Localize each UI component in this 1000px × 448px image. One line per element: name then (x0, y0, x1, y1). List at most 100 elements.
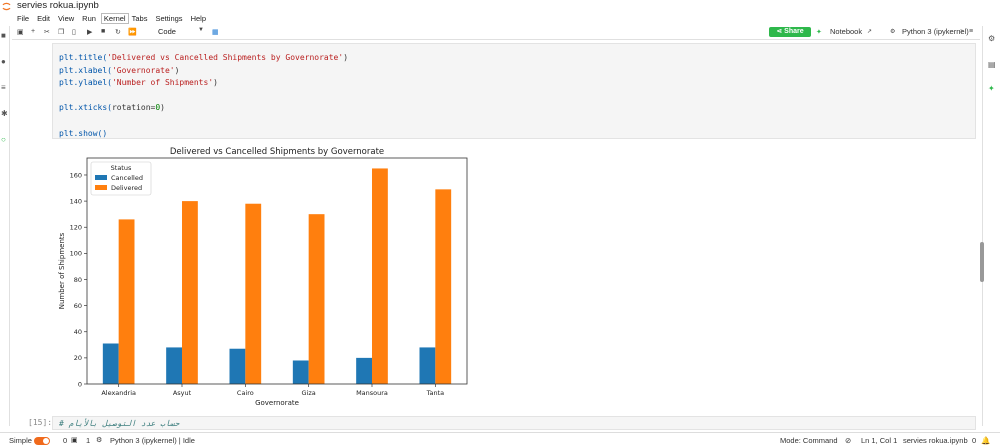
gear-icon[interactable]: ⚙ (890, 28, 895, 35)
right-sidebar: ⚙ ▤ ✦ (982, 26, 1000, 426)
jupyter-logo-icon (2, 2, 11, 11)
cell-output: Delivered vs Cancelled Shipments by Gove… (52, 142, 482, 412)
legend-swatch-cancelled (95, 175, 107, 180)
menu-file[interactable]: File (17, 14, 33, 23)
stop-icon[interactable]: ■ (101, 28, 105, 35)
code-cell[interactable]: plt.title('Delivered vs Cancelled Shipme… (52, 43, 976, 139)
menu-edit[interactable]: Edit (37, 14, 54, 23)
bell-icon[interactable]: 🔔 (981, 436, 990, 445)
y-tick-label: 40 (74, 328, 82, 336)
code-editor[interactable]: plt.title('Delivered vs Cancelled Shipme… (59, 52, 348, 140)
paste-icon[interactable]: ▯ (72, 28, 76, 36)
property-inspector-icon[interactable]: ⚙ (988, 34, 995, 43)
notebook-filename: servies rokua.ipynb (17, 0, 99, 11)
restart-icon[interactable]: ↻ (115, 28, 121, 36)
menu-kernel[interactable]: Kernel (100, 13, 129, 24)
code-line: plt.xticks(rotation=0) (59, 103, 165, 113)
x-tick-label: Cairo (237, 389, 254, 397)
kernel-count[interactable]: 1 (86, 436, 90, 445)
y-tick-label: 160 (70, 171, 82, 179)
bar-delivered (308, 214, 325, 384)
notification-count[interactable]: 0 (972, 436, 976, 445)
code-line: plt.show() (59, 128, 108, 138)
bar-delivered (245, 203, 262, 384)
bar-cancelled (229, 348, 246, 384)
y-tick-label: 140 (70, 197, 82, 205)
simple-mode-toggle[interactable] (34, 437, 50, 445)
notebook-toolbar: ▣ + ✂ ❐ ▯ ▶ ■ ↻ ⏩ Code ▼ ▦ ⋖ Share ✦ Not… (12, 26, 980, 40)
notebook-view-link[interactable]: Notebook (830, 27, 862, 36)
chart-title: Delivered vs Cancelled Shipments by Gove… (170, 147, 384, 157)
terminal-count[interactable]: 0 (63, 436, 67, 445)
extension-icon[interactable]: ✱ (1, 110, 9, 118)
share-label: Share (784, 28, 804, 35)
y-tick-label: 60 (74, 302, 82, 310)
y-tick-label: 100 (70, 250, 82, 258)
bar-chart: Delivered vs Cancelled Shipments by Gove… (58, 147, 468, 407)
cut-icon[interactable]: ✂ (44, 28, 50, 36)
debugger-icon[interactable]: ○ (1, 136, 9, 144)
sparkle-icon[interactable]: ✦ (816, 28, 822, 36)
chevron-down-icon[interactable]: ▼ (198, 27, 204, 33)
add-cell-icon[interactable]: + (31, 28, 35, 35)
external-link-icon[interactable]: ↗ (867, 28, 872, 35)
x-axis-label: Governorate (255, 399, 299, 407)
menu-view[interactable]: View (58, 14, 78, 23)
cursor-position[interactable]: Ln 1, Col 1 (861, 436, 897, 445)
bar-cancelled (102, 343, 119, 384)
y-tick-label: 80 (74, 276, 82, 284)
y-tick-label: 0 (78, 380, 82, 388)
cell-prompt: [15]: (28, 418, 53, 427)
legend-swatch-delivered (95, 185, 107, 190)
mode-indicator: Mode: Command (780, 436, 838, 445)
y-tick-label: 20 (74, 354, 82, 362)
simple-mode-label: Simple (9, 436, 32, 445)
code-line: plt.xlabel('Governorate') (59, 65, 180, 75)
status-filename: servies rokua.ipynb (903, 436, 968, 445)
y-tick-label: 120 (70, 224, 82, 232)
share-button[interactable]: ⋖ Share (769, 27, 811, 37)
menu-icon[interactable]: ≡ (969, 28, 973, 35)
bar-cancelled (166, 347, 182, 384)
status-bar: Simple 0 ▣ 1 ⚙ Python 3 (ipykernel) | Id… (0, 432, 1000, 448)
legend-label-delivered: Delivered (111, 184, 142, 192)
menu-bar: File Edit View Run Kernel Tabs Settings … (17, 13, 214, 24)
legend-title: Status (111, 164, 132, 172)
running-icon[interactable]: ● (1, 58, 9, 66)
debugger-panel-icon[interactable]: ▤ (988, 60, 996, 69)
share-icon: ⋖ (776, 28, 783, 35)
next-code-cell[interactable]: # حساب عدد التوصيل بالأيام (52, 416, 976, 430)
x-tick-label: Giza (302, 389, 316, 397)
bar-delivered (118, 219, 135, 384)
folder-icon[interactable]: ■ (1, 32, 9, 40)
bar-cancelled (356, 357, 372, 384)
code-line: plt.title('Delivered vs Cancelled Shipme… (59, 53, 349, 62)
code-line: plt.ylabel('Number of Shipments') (59, 78, 218, 88)
y-axis-label: Number of Shipments (58, 232, 66, 309)
save-icon[interactable]: ▣ (17, 28, 24, 36)
kernel-status-icon: ○ (959, 28, 964, 35)
toc-icon[interactable]: ≡ (1, 84, 9, 92)
scrollbar-thumb[interactable] (980, 242, 984, 282)
menu-tabs[interactable]: Tabs (132, 14, 152, 23)
left-sidebar: ■ ● ≡ ✱ ○ (0, 26, 10, 426)
restart-run-all-icon[interactable]: ⏩ (128, 28, 137, 36)
menu-settings[interactable]: Settings (155, 14, 186, 23)
bar-cancelled (419, 347, 436, 384)
menu-help[interactable]: Help (191, 14, 210, 23)
copy-icon[interactable]: ❐ (58, 28, 64, 36)
kernel-status[interactable]: Python 3 (ipykernel) | Idle (110, 436, 195, 445)
bar-delivered (372, 168, 388, 384)
table-icon[interactable]: ▦ (212, 28, 219, 36)
x-tick-label: Alexandria (101, 389, 136, 397)
run-icon[interactable]: ▶ (87, 28, 92, 36)
title-bar: servies rokua.ipynb File Edit View Run K… (0, 0, 1000, 26)
kernel-icon: ⚙ (96, 437, 103, 444)
bar-delivered (182, 201, 198, 384)
cell-type-select[interactable]: Code (158, 27, 176, 36)
menu-run[interactable]: Run (82, 14, 100, 23)
ai-assistant-icon[interactable]: ✦ (988, 84, 995, 93)
bar-cancelled (292, 360, 309, 384)
